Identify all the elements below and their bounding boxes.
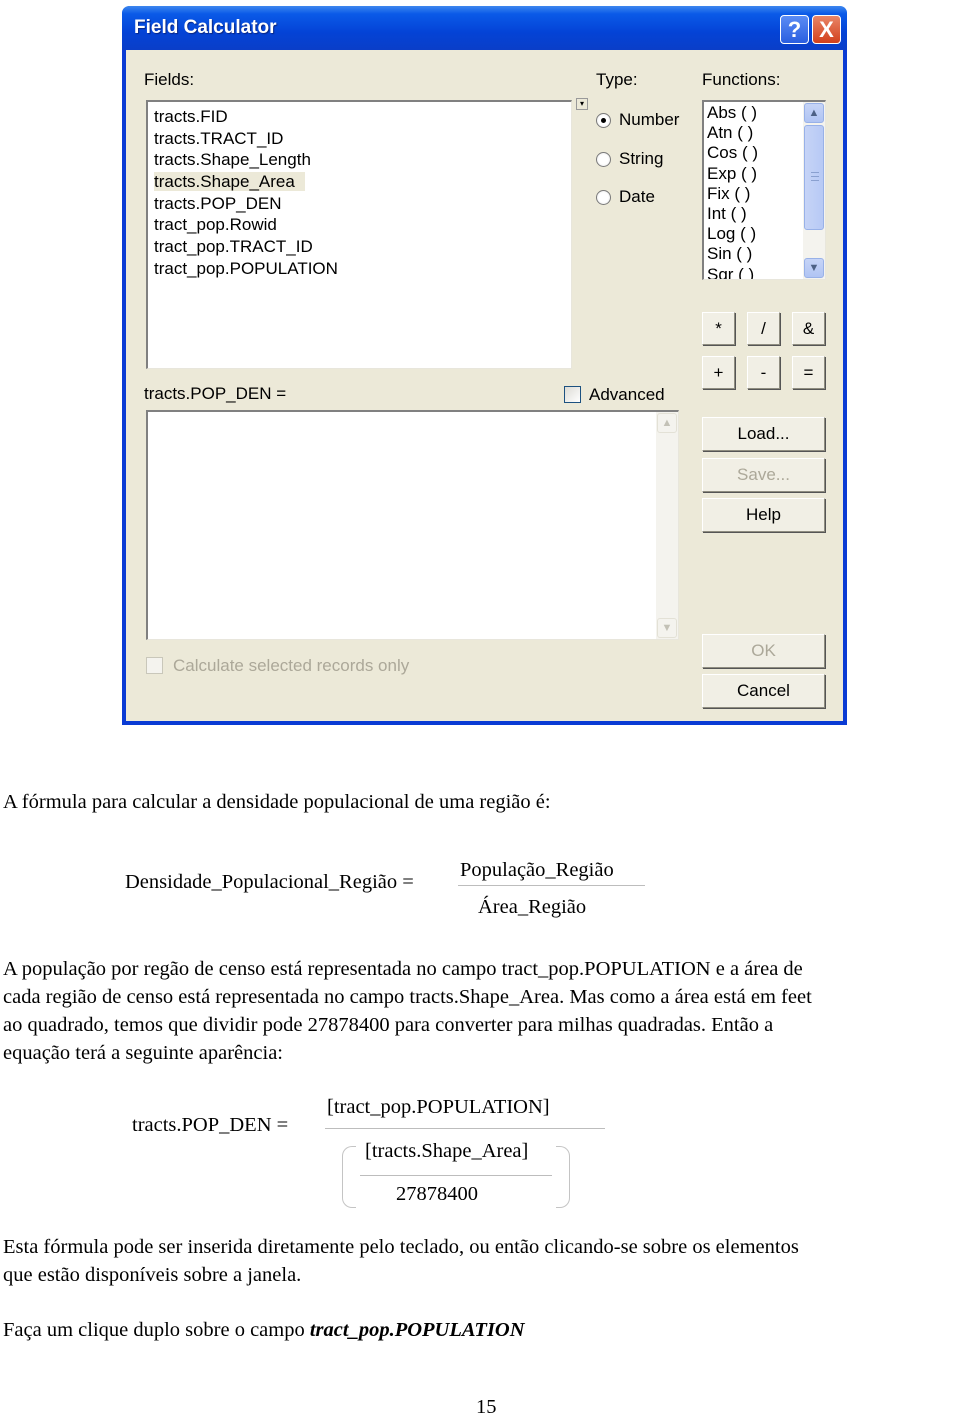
formula1-numerator: População_Região	[460, 859, 614, 881]
intro-text: A fórmula para calcular a densidade popu…	[3, 791, 551, 813]
instruction-field: tract_pop.POPULATION	[309, 1319, 525, 1341]
window-title: Field Calculator	[134, 17, 277, 38]
scroll-down-icon[interactable]: ▼	[804, 258, 824, 278]
expression-textarea[interactable]: ▲ ▼	[146, 410, 679, 640]
radio-icon[interactable]	[596, 189, 611, 205]
calculate-selected-label: Calculate selected records only	[173, 656, 410, 675]
scroll-up-icon[interactable]: ▲	[657, 413, 677, 433]
formula1-lhs: Densidade_Populacional_Região =	[125, 871, 414, 893]
scroll-down-icon[interactable]: ▼	[657, 618, 677, 638]
right-paren	[556, 1146, 570, 1208]
dialog-body: Fields: tracts.FID tracts.TRACT_ID tract…	[126, 50, 843, 721]
field-item[interactable]: tract_pop.Rowid	[154, 214, 565, 236]
field-item[interactable]: tract_pop.POPULATION	[154, 258, 565, 280]
expression-scrollbar[interactable]: ▲ ▼	[656, 412, 678, 639]
paragraph-line: Esta fórmula pode ser inserida diretamen…	[3, 1236, 799, 1258]
functions-list[interactable]: Abs ( ) Atn ( ) Cos ( ) Exp ( ) Fix ( ) …	[702, 100, 826, 280]
formula1-denominator: Área_Região	[478, 896, 587, 918]
concat-button[interactable]: &	[792, 312, 825, 345]
formula2-inner-numerator: [tracts.Shape_Area]	[365, 1140, 529, 1162]
divide-button[interactable]: /	[747, 312, 780, 345]
fraction-line	[325, 1128, 605, 1129]
type-radio-date[interactable]: Date	[596, 187, 655, 207]
radio-checked-icon[interactable]	[596, 112, 611, 128]
functions-scrollbar[interactable]: ▲ ▼	[803, 102, 825, 279]
field-item[interactable]: tracts.POP_DEN	[154, 193, 565, 215]
paragraph-line: ao quadrado, temos que dividir pode 2787…	[3, 1014, 774, 1036]
paragraph-line: que estão disponíveis sobre a janela.	[3, 1264, 302, 1286]
save-button[interactable]: Save...	[702, 458, 825, 492]
equals-button[interactable]: =	[792, 356, 825, 389]
scroll-up-icon[interactable]: ▲	[804, 103, 824, 123]
fields-list[interactable]: tracts.FID tracts.TRACT_ID tracts.Shape_…	[146, 100, 572, 369]
functions-label: Functions:	[702, 70, 781, 89]
ok-button[interactable]: OK	[702, 634, 825, 668]
radio-label: Number	[619, 110, 680, 129]
field-item[interactable]: tract_pop.TRACT_ID	[154, 236, 565, 258]
instruction-text: Faça um clique duplo sobre o campo tract…	[3, 1316, 525, 1344]
plus-button[interactable]: +	[702, 356, 735, 389]
field-item[interactable]: tracts.TRACT_ID	[154, 128, 565, 150]
minus-button[interactable]: -	[747, 356, 780, 389]
type-radio-string[interactable]: String	[596, 149, 663, 169]
multiply-button[interactable]: *	[702, 312, 735, 345]
fraction-line	[360, 1175, 552, 1176]
radio-label: Date	[619, 187, 655, 206]
field-item[interactable]: tracts.FID	[154, 106, 565, 128]
formula2-numerator: [tract_pop.POPULATION]	[327, 1096, 550, 1118]
load-button[interactable]: Load...	[702, 417, 825, 451]
fraction-line	[458, 885, 645, 886]
help-icon[interactable]: ?	[780, 15, 809, 44]
type-label: Type:	[596, 70, 638, 89]
paragraph-line: A população por regão de censo está repr…	[3, 958, 803, 980]
expression-label: tracts.POP_DEN =	[144, 384, 287, 403]
radio-icon[interactable]	[596, 151, 611, 167]
advanced-label: Advanced	[589, 385, 665, 404]
help-button[interactable]: Help	[702, 498, 825, 532]
fields-label: Fields:	[144, 70, 195, 89]
cancel-button[interactable]: Cancel	[702, 674, 825, 708]
radio-label: String	[619, 149, 664, 168]
scroll-thumb[interactable]	[804, 125, 824, 230]
paragraph-line: cada região de censo está representada n…	[3, 986, 812, 1008]
field-item-selected[interactable]: tracts.Shape_Area	[154, 171, 565, 193]
advanced-checkbox[interactable]	[564, 386, 581, 403]
left-paren	[342, 1146, 356, 1208]
formula2-inner-denominator: 27878400	[396, 1183, 478, 1205]
instruction-prefix: Faça um clique duplo sobre o campo	[3, 1319, 310, 1341]
field-item[interactable]: tracts.Shape_Length	[154, 149, 565, 171]
calculate-selected-checkbox[interactable]	[146, 657, 163, 674]
field-calculator-window: Field Calculator ? X Fields: tracts.FID …	[122, 6, 847, 725]
title-bar[interactable]: Field Calculator ? X	[122, 6, 847, 50]
formula2-lhs: tracts.POP_DEN =	[132, 1114, 289, 1136]
close-icon[interactable]: X	[812, 15, 841, 44]
type-radio-number[interactable]: Number	[596, 110, 679, 130]
paragraph-line: equação terá a seguinte aparência:	[3, 1042, 283, 1064]
fields-dropdown-arrow-icon[interactable]: ▾	[576, 98, 588, 110]
